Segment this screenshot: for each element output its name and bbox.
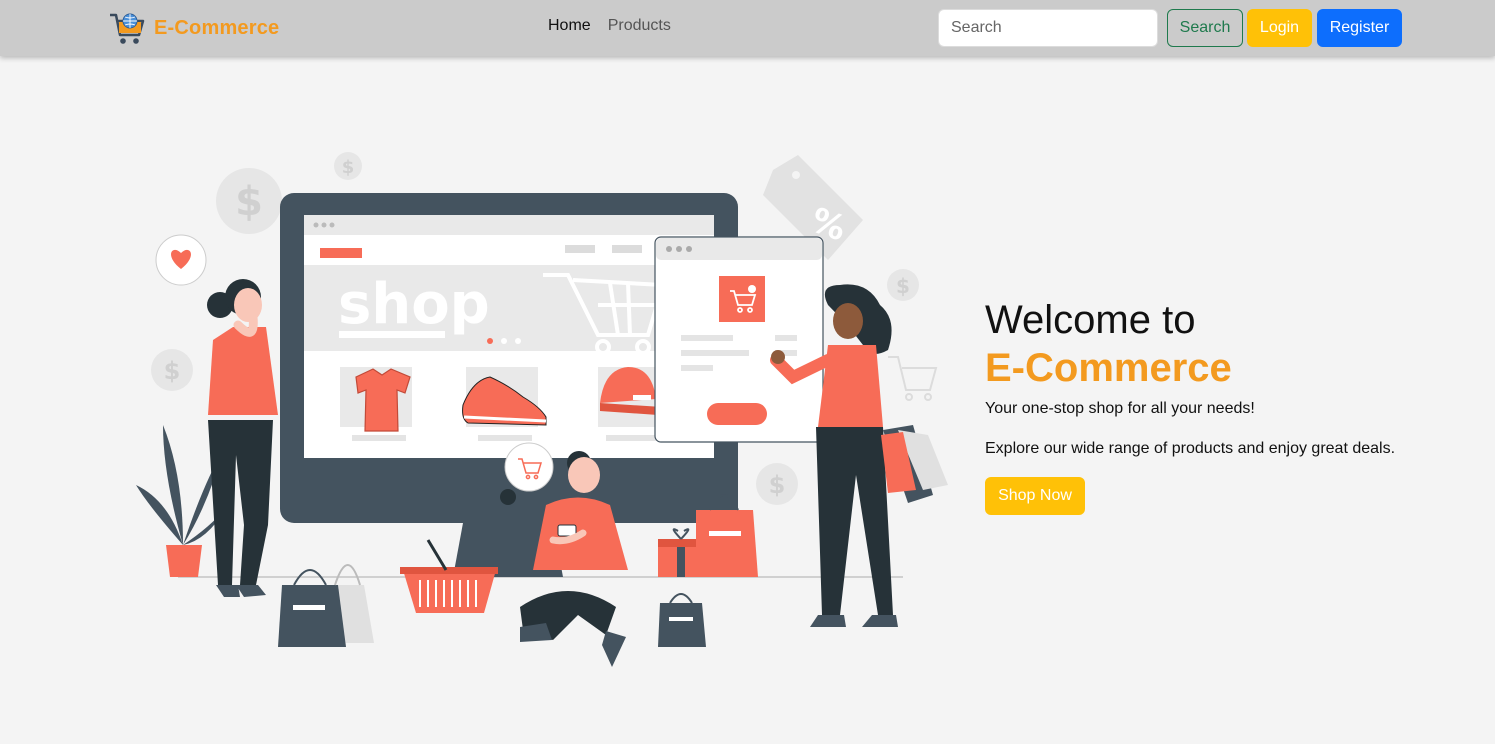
hero-description: Explore our wide range of products and e… [985, 440, 1396, 457]
shopping-bag-icon [658, 593, 706, 647]
nav-link-home[interactable]: Home [548, 17, 591, 35]
hero-text: Welcome to E-Commerce Your one-stop shop… [985, 296, 1465, 515]
svg-text:$: $ [164, 357, 181, 385]
nav-link-products[interactable]: Products [608, 17, 671, 35]
navbar: E-Commerce Home Products Search Login Re… [0, 0, 1495, 56]
login-button[interactable]: Login [1247, 9, 1312, 47]
brand-name: E-Commerce [154, 16, 280, 39]
dollar-coin-icon: $ [151, 349, 193, 391]
cart-popup-card [654, 236, 824, 443]
search-button[interactable]: Search [1167, 9, 1243, 47]
svg-text:$: $ [896, 274, 910, 298]
hero-illustration: $ $ $ $ $ % shop [136, 152, 948, 667]
hero-title: Welcome to [985, 298, 1196, 342]
search-input[interactable] [938, 9, 1158, 47]
svg-text:$: $ [769, 471, 786, 499]
dollar-coin-icon: $ [756, 463, 798, 505]
shopping-cart-outline-icon [888, 356, 938, 401]
shopping-cart-globe-icon [110, 13, 145, 44]
svg-text:$: $ [342, 157, 355, 178]
shop-now-button[interactable]: Shop Now [985, 477, 1085, 515]
screen-shop-text: shop [338, 272, 490, 337]
woman-surprised-figure [207, 279, 278, 597]
dollar-coin-icon: $ [887, 269, 919, 301]
heart-bubble-icon [155, 234, 207, 286]
hero-brand-name: E-Commerce [985, 346, 1232, 390]
hero-tagline: Your one-stop shop for all your needs! [985, 400, 1255, 417]
cart-bubble-icon [504, 442, 554, 492]
brand-link[interactable]: E-Commerce [108, 10, 279, 46]
dollar-coin-icon: $ [334, 152, 362, 180]
dollar-coin-icon: $ [216, 168, 282, 234]
nav-links: Home Products [548, 17, 671, 35]
register-button[interactable]: Register [1317, 9, 1402, 47]
svg-text:$: $ [235, 179, 263, 225]
